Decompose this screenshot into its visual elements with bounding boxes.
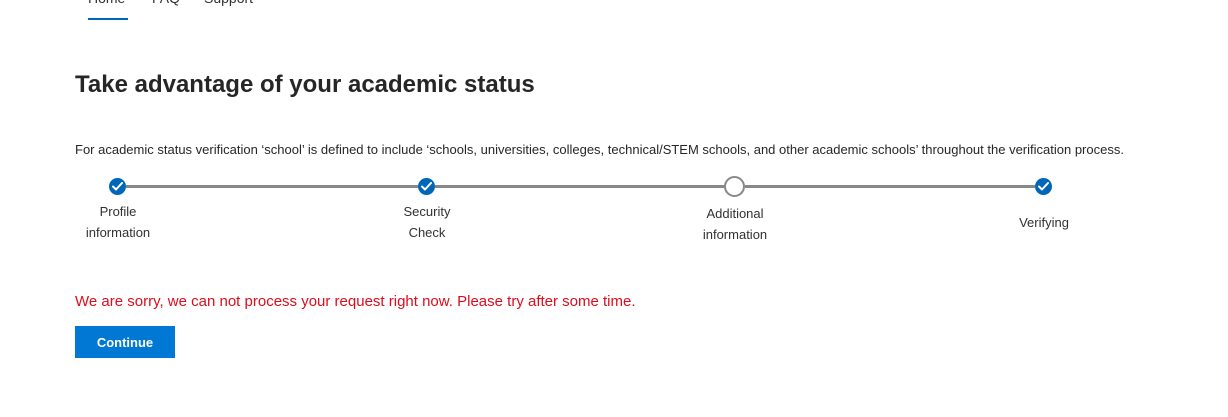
step-label-profile: Profile information <box>63 201 173 243</box>
continue-button[interactable]: Continue <box>75 326 175 358</box>
step-connector-line <box>745 185 1035 188</box>
step-label-security: Security Check <box>372 201 482 243</box>
step-label-line: Verifying <box>1019 215 1069 230</box>
step-complete-check-icon <box>418 178 435 195</box>
step-pending-circle-icon <box>724 176 745 197</box>
step-label-line: Check <box>408 225 446 240</box>
step-label-line: information <box>85 225 151 240</box>
verification-stepper: Profile information Security Check Addit… <box>0 0 1228 260</box>
error-message: We are sorry, we can not process your re… <box>75 293 636 310</box>
step-connector-line <box>435 185 725 188</box>
step-label-additional: Additional information <box>680 203 790 245</box>
step-label-line: Profile <box>99 204 137 219</box>
step-complete-check-icon <box>1035 178 1052 195</box>
step-label-line: Security <box>403 204 451 219</box>
step-label-line: Additional <box>706 206 764 221</box>
step-complete-check-icon <box>109 178 126 195</box>
step-label-verifying: Verifying <box>989 212 1099 233</box>
step-label-line: information <box>702 227 768 242</box>
step-connector-line <box>126 185 418 188</box>
